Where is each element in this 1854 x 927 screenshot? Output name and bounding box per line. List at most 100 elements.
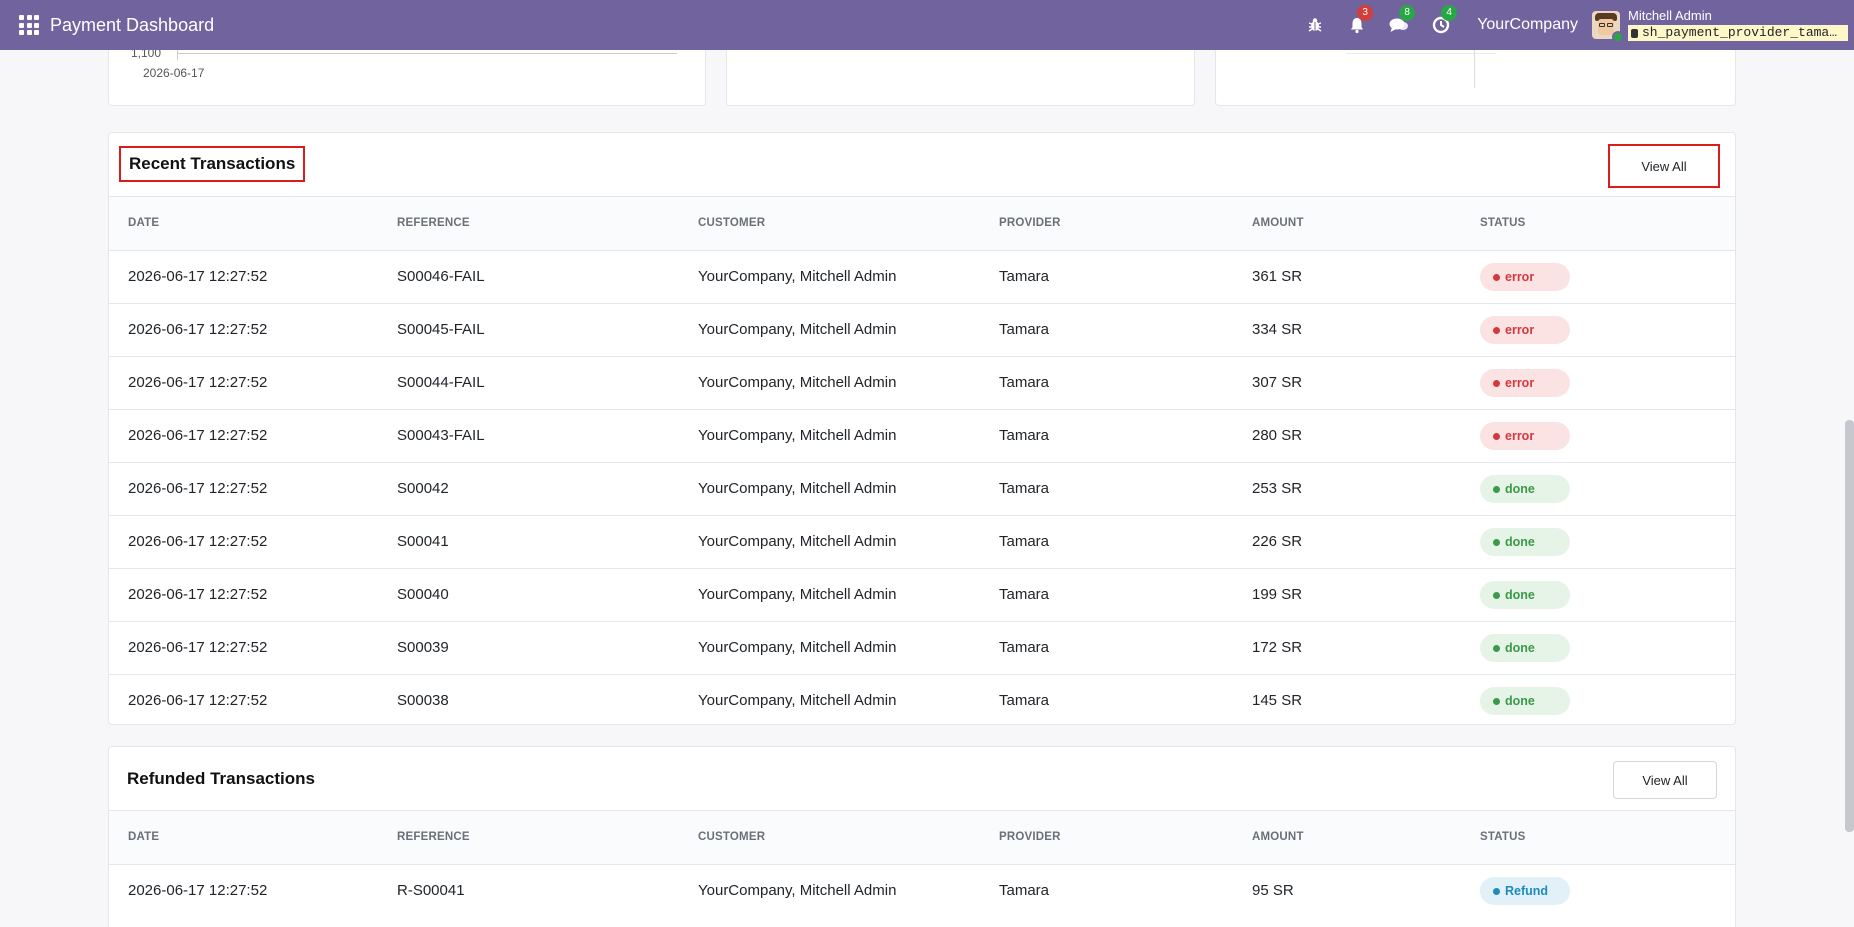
- cell-reference: S00046-FAIL: [397, 250, 698, 304]
- status-badge: done: [1480, 474, 1570, 503]
- status-dot-icon: [1493, 591, 1500, 599]
- cell-customer: YourCompany, Mitchell Admin: [698, 882, 897, 900]
- cell-provider: Tamara: [999, 692, 1050, 710]
- notification-bell-icon[interactable]: 3: [1345, 5, 1374, 37]
- table-header-row: DATE REFERENCE CUSTOMER PROVIDER AMOUNT …: [109, 811, 1735, 865]
- cell-reference: S00045-FAIL: [397, 303, 698, 357]
- column-header-amount[interactable]: AMOUNT: [1252, 197, 1480, 251]
- cell-customer: YourCompany, Mitchell Admin: [698, 568, 999, 622]
- recent-view-all-button[interactable]: View All: [1608, 144, 1720, 188]
- status-badge: done: [1480, 527, 1570, 556]
- cell-amount: 145 SR: [1252, 692, 1303, 710]
- column-header-date[interactable]: DATE: [109, 811, 397, 865]
- cell-provider: Tamara: [999, 621, 1252, 675]
- refunded-transactions-card: Refunded Transactions View All DATE REFE…: [108, 746, 1736, 927]
- column-header-customer[interactable]: CUSTOMER: [698, 197, 999, 251]
- card-header: Recent Transactions View All: [109, 133, 1735, 197]
- recent-transactions-card: Recent Transactions View All DATE REFERE…: [108, 132, 1736, 725]
- status-label: done: [1505, 693, 1535, 708]
- cell-date: 2026-06-17 12:27:52: [109, 621, 397, 675]
- table-row[interactable]: 2026-06-17 12:27:52 S00039 YourCompany, Mi…: [109, 621, 1735, 675]
- app-title[interactable]: Payment Dashboard: [50, 15, 214, 36]
- cell-customer: YourCompany, Mitchell Admin: [698, 515, 999, 569]
- status-dot-icon: [1493, 644, 1500, 652]
- status-dot-icon: [1493, 273, 1500, 281]
- database-name: sh_payment_provider_tama…: [1642, 25, 1838, 40]
- cell-reference: S00039: [397, 621, 698, 675]
- chart-axis-line: [1474, 50, 1475, 88]
- page-scrollbar[interactable]: [1845, 420, 1854, 832]
- column-header-reference[interactable]: REFERENCE: [397, 197, 698, 251]
- recent-transactions-table: DATE REFERENCE CUSTOMER PROVIDER AMOUNT …: [109, 197, 1735, 727]
- status-label: done: [1505, 481, 1535, 496]
- timer-count-badge: 4: [1441, 5, 1458, 21]
- status-dot-icon: [1493, 538, 1500, 546]
- cell-amount: 226 SR: [1252, 515, 1480, 569]
- online-status-dot: [1612, 31, 1624, 43]
- refunded-transactions-title: Refunded Transactions: [127, 769, 315, 788]
- status-dot-icon: [1493, 326, 1500, 334]
- messages-chat-icon[interactable]: 8: [1387, 5, 1416, 37]
- user-menu[interactable]: Mitchell Admin sh_payment_provider_tama…: [1628, 9, 1848, 41]
- status-dot-icon: [1493, 887, 1500, 895]
- cell-provider: Tamara: [999, 250, 1252, 304]
- status-dot-icon: [1493, 697, 1500, 705]
- table-row[interactable]: 2026-06-17 12:27:52 S00041 YourCompany, Mi…: [109, 515, 1735, 569]
- card-header: Refunded Transactions View All: [109, 747, 1735, 811]
- cell-provider: Tamara: [999, 882, 1050, 900]
- database-tag: sh_payment_provider_tama…: [1628, 25, 1848, 41]
- column-header-amount[interactable]: AMOUNT: [1252, 811, 1480, 865]
- cell-customer: YourCompany, Mitchell Admin: [698, 250, 999, 304]
- column-header-status[interactable]: STATUS: [1480, 811, 1735, 865]
- cell-reference: S00041: [397, 515, 698, 569]
- debug-bug-icon[interactable]: [1303, 13, 1327, 37]
- table-row[interactable]: 2026-06-17 12:27:52 S00046-FAIL YourCompan…: [109, 250, 1735, 304]
- activity-count-badge: 3: [1357, 5, 1374, 21]
- cell-amount: 334 SR: [1252, 303, 1480, 357]
- cell-reference: S00038: [397, 692, 449, 710]
- company-switcher[interactable]: YourCompany: [1477, 16, 1578, 34]
- user-name: Mitchell Admin: [1628, 8, 1712, 23]
- cell-reference: S00044-FAIL: [397, 356, 698, 410]
- column-header-customer[interactable]: CUSTOMER: [698, 811, 999, 865]
- status-badge: done: [1480, 686, 1570, 715]
- column-header-provider[interactable]: PROVIDER: [999, 197, 1252, 251]
- table-row[interactable]: 2026-06-17 12:27:52 S00044-FAIL YourCompan…: [109, 356, 1735, 410]
- cell-reference: S00043-FAIL: [397, 409, 698, 463]
- table-row[interactable]: 2026-06-17 12:27:52 S00043-FAIL YourCompan…: [109, 409, 1735, 463]
- refunded-view-all-button[interactable]: View All: [1613, 761, 1717, 799]
- status-label: done: [1505, 640, 1535, 655]
- table-row[interactable]: 2026-06-17 12:27:52 S00042 YourCompany, Mi…: [109, 462, 1735, 516]
- column-header-reference[interactable]: REFERENCE: [397, 811, 698, 865]
- cell-provider: Tamara: [999, 409, 1252, 463]
- cell-status: error: [1480, 303, 1735, 357]
- cell-date: 2026-06-17 12:27:52: [109, 356, 397, 410]
- column-header-provider[interactable]: PROVIDER: [999, 811, 1252, 865]
- cell-reference: R-S00041: [397, 882, 465, 900]
- user-avatar[interactable]: [1592, 11, 1624, 43]
- cell-date: 2026-06-17 12:27:52: [109, 409, 397, 463]
- cell-provider: Tamara: [999, 303, 1252, 357]
- messages-count-badge: 8: [1399, 5, 1416, 21]
- cell-status: error: [1480, 250, 1735, 304]
- table-row[interactable]: 2026-06-17 12:27:52 S00038 YourCompany, Mi…: [109, 674, 1735, 727]
- cell-date: 2026-06-17 12:27:52: [128, 692, 268, 710]
- cell-status: done: [1480, 462, 1735, 516]
- cell-customer: YourCompany, Mitchell Admin: [698, 621, 999, 675]
- cell-provider: Tamara: [999, 356, 1252, 410]
- table-row[interactable]: 2026-06-17 12:27:52 S00040 YourCompany, Mi…: [109, 568, 1735, 622]
- table-row[interactable]: 2026-06-17 12:27:52 R-S00041 YourCompany, …: [109, 864, 1735, 917]
- cell-reference: S00042: [397, 462, 698, 516]
- table-row[interactable]: 2026-06-17 12:27:52 S00045-FAIL YourCompan…: [109, 303, 1735, 357]
- status-badge: done: [1480, 580, 1570, 609]
- status-badge: Refund: [1480, 876, 1570, 905]
- cell-provider: Tamara: [999, 515, 1252, 569]
- status-dot-icon: [1493, 432, 1500, 440]
- cell-customer: YourCompany, Mitchell Admin: [698, 462, 999, 516]
- column-header-status[interactable]: STATUS: [1480, 197, 1735, 251]
- status-label: done: [1505, 534, 1535, 549]
- column-header-date[interactable]: DATE: [109, 197, 397, 251]
- apps-menu-icon[interactable]: [18, 14, 40, 36]
- activity-timer-icon[interactable]: 4: [1429, 5, 1458, 37]
- cell-customer: YourCompany, Mitchell Admin: [698, 303, 999, 357]
